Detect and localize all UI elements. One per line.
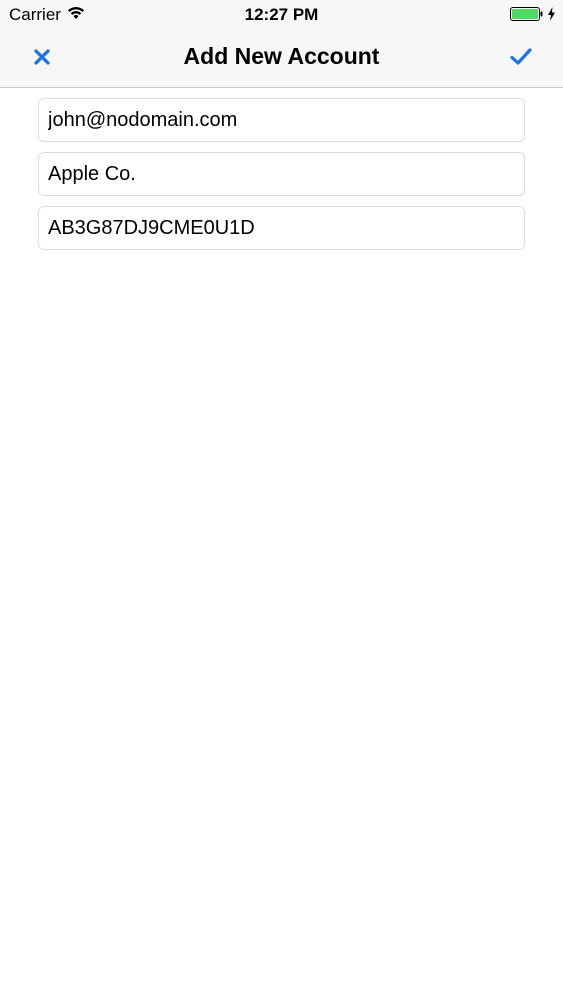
company-input[interactable] [48, 162, 515, 186]
clock: 12:27 PM [244, 5, 319, 24]
account-form [38, 98, 525, 260]
screen: Carrier 12:27 PM Add New Account [0, 0, 563, 1000]
charging-bolt-icon [548, 7, 555, 21]
page-title: Add New Account [183, 43, 380, 69]
navigation-bar: Add New Account [0, 30, 563, 88]
status-bar: Carrier 12:27 PM [0, 0, 563, 30]
email-input[interactable] [48, 108, 515, 132]
company-field[interactable] [38, 152, 525, 196]
email-field[interactable] [38, 98, 525, 142]
account-key-field[interactable] [38, 206, 525, 250]
account-key-input[interactable] [48, 216, 515, 240]
battery-icon [510, 7, 543, 21]
checkmark-icon[interactable] [508, 45, 534, 69]
